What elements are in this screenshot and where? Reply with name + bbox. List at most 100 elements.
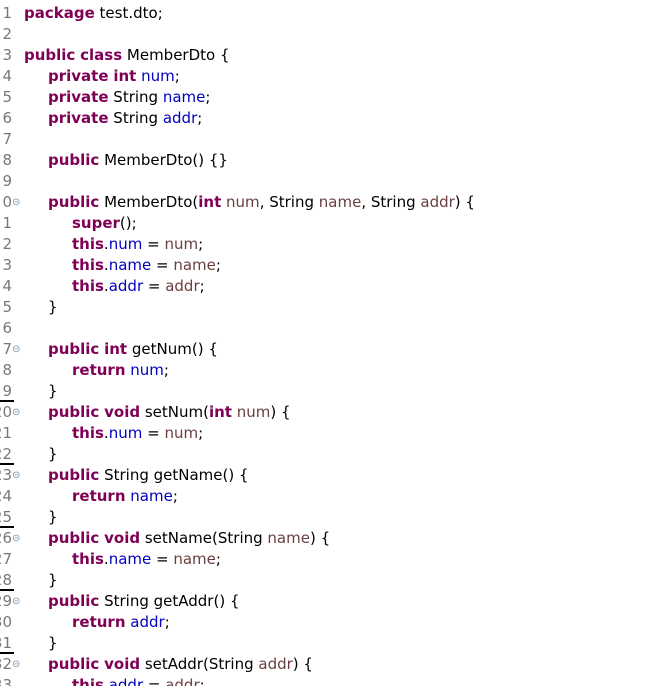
keyword-token: super xyxy=(72,214,120,232)
keyword-token: void xyxy=(104,655,141,673)
code-token: String xyxy=(108,88,163,106)
code-line[interactable]: 4 private int num; xyxy=(0,66,651,87)
fold-toggle-icon[interactable]: ⊝ xyxy=(12,402,20,423)
line-number: 23 xyxy=(0,466,12,484)
code-line[interactable]: 5 private String name; xyxy=(0,87,651,108)
fold-toggle-icon[interactable]: ⊝ xyxy=(12,591,20,612)
line-number: 28 xyxy=(0,571,12,589)
code-line[interactable]: 30 return addr; xyxy=(0,612,651,633)
field-token: name xyxy=(130,487,173,505)
fold-toggle-icon[interactable]: ⊝ xyxy=(12,192,20,213)
code-text: public MemberDto() {} xyxy=(48,150,228,171)
code-line[interactable]: 6 xyxy=(0,318,651,339)
line-number: 7 xyxy=(2,130,12,148)
code-text: return num; xyxy=(72,360,169,381)
line-number: 24 xyxy=(0,487,12,505)
code-token: } xyxy=(48,634,58,652)
keyword-token: private xyxy=(48,67,109,85)
parameter-token: name xyxy=(318,193,362,211)
fold-toggle-icon[interactable]: ⊝ xyxy=(12,339,20,360)
code-line[interactable]: 2 xyxy=(0,24,651,45)
keyword-token: this xyxy=(72,256,104,274)
code-token: ; xyxy=(198,235,204,253)
code-line[interactable]: 28} xyxy=(0,570,651,591)
parameter-token: name xyxy=(267,529,310,547)
line-number: 25 xyxy=(0,508,12,526)
parameter-token: num xyxy=(226,193,260,211)
code-line[interactable]: 1 package test.dto; xyxy=(0,3,651,24)
code-line[interactable]: 5} xyxy=(0,297,651,318)
code-token: String getAddr() { xyxy=(99,592,240,610)
keyword-token: int xyxy=(113,67,137,85)
code-text: return name; xyxy=(72,486,178,507)
code-text: public void setName(String name) { xyxy=(48,528,330,549)
code-editor[interactable]: 1 package test.dto; 2 3 public class MemberD… xyxy=(0,0,651,686)
line-number: 6 xyxy=(2,109,12,127)
code-line[interactable]: 22} xyxy=(0,444,651,465)
field-token: addr xyxy=(108,277,144,295)
code-line[interactable]: 26⊝ public void setName(String name) { xyxy=(0,528,651,549)
keyword-token: return xyxy=(72,613,126,631)
code-line[interactable]: 29⊝ public String getAddr() { xyxy=(0,591,651,612)
parameter-token: num xyxy=(164,424,199,442)
code-line[interactable]: 7 ⊝ public int getNum() { xyxy=(0,339,651,360)
line-number: 26 xyxy=(0,529,12,547)
code-token: ; xyxy=(172,487,178,505)
code-token: (); xyxy=(119,214,137,232)
code-line[interactable]: 32⊝ public void setAddr(String addr) { xyxy=(0,654,651,675)
code-line[interactable]: 7 xyxy=(0,129,651,150)
code-line[interactable]: 9} xyxy=(0,381,651,402)
code-text: this.name = name; xyxy=(72,549,221,570)
keyword-token: int xyxy=(208,403,232,421)
code-line[interactable]: 23⊝ public String getName() { xyxy=(0,465,651,486)
code-token: } xyxy=(48,445,58,463)
code-line[interactable]: 27 this.name = name; xyxy=(0,549,651,570)
code-line[interactable]: 21 this.num = num; xyxy=(0,423,651,444)
code-text: public void setNum(int num) { xyxy=(48,402,291,423)
code-text: return addr; xyxy=(72,612,170,633)
code-line[interactable]: 6 private String addr; xyxy=(0,108,651,129)
code-token: MemberDto( xyxy=(99,193,199,211)
keyword-token: public xyxy=(48,151,100,169)
line-number: 3 xyxy=(2,256,12,274)
parameter-token: addr xyxy=(165,676,200,686)
line-number: 29 xyxy=(0,592,12,610)
fold-toggle-icon[interactable]: ⊝ xyxy=(12,528,20,549)
code-line[interactable]: 8 return num; xyxy=(0,360,651,381)
code-token: , String xyxy=(361,193,421,211)
code-line[interactable]: 24 return name; xyxy=(0,486,651,507)
code-text: private int num; xyxy=(48,66,180,87)
code-token: ) { xyxy=(270,403,291,421)
code-text: super(); xyxy=(72,213,137,234)
code-line[interactable]: 3 this.name = name; xyxy=(0,255,651,276)
code-text: public MemberDto(int num, String name, S… xyxy=(48,192,475,213)
keyword-token: public xyxy=(48,340,100,358)
code-token: ) { xyxy=(309,529,331,547)
fold-toggle-icon[interactable]: ⊝ xyxy=(12,654,20,675)
code-line[interactable]: 2 this.num = num; xyxy=(0,234,651,255)
code-line[interactable]: 33 this.addr = addr; xyxy=(0,675,651,686)
keyword-token: return xyxy=(72,487,126,505)
line-number: 5 xyxy=(2,88,12,106)
code-line[interactable]: 4 this.addr = addr; xyxy=(0,276,651,297)
code-token: ) { xyxy=(292,655,313,673)
code-line[interactable]: 31} xyxy=(0,633,651,654)
code-line[interactable]: 9 xyxy=(0,171,651,192)
keyword-token: this xyxy=(72,550,104,568)
keyword-token: void xyxy=(104,529,141,547)
code-line[interactable]: 25} xyxy=(0,507,651,528)
keyword-token: class xyxy=(80,46,123,64)
fold-toggle-icon[interactable]: ⊝ xyxy=(12,465,20,486)
code-line[interactable]: 20⊝ public void setNum(int num) { xyxy=(0,402,651,423)
keyword-token: int xyxy=(104,340,128,358)
field-token: num xyxy=(108,235,143,253)
code-line[interactable]: 1 super(); xyxy=(0,213,651,234)
keyword-token: public xyxy=(24,46,76,64)
code-line[interactable]: 8 public MemberDto() {} xyxy=(0,150,651,171)
code-line[interactable]: 0 ⊝ public MemberDto(int num, String name,… xyxy=(0,192,651,213)
line-number: 3 xyxy=(2,46,12,64)
code-line[interactable]: 3 public class MemberDto { xyxy=(0,45,651,66)
code-token: = xyxy=(143,676,166,686)
line-number: 2 xyxy=(2,235,12,253)
line-number: 8 xyxy=(2,151,12,169)
